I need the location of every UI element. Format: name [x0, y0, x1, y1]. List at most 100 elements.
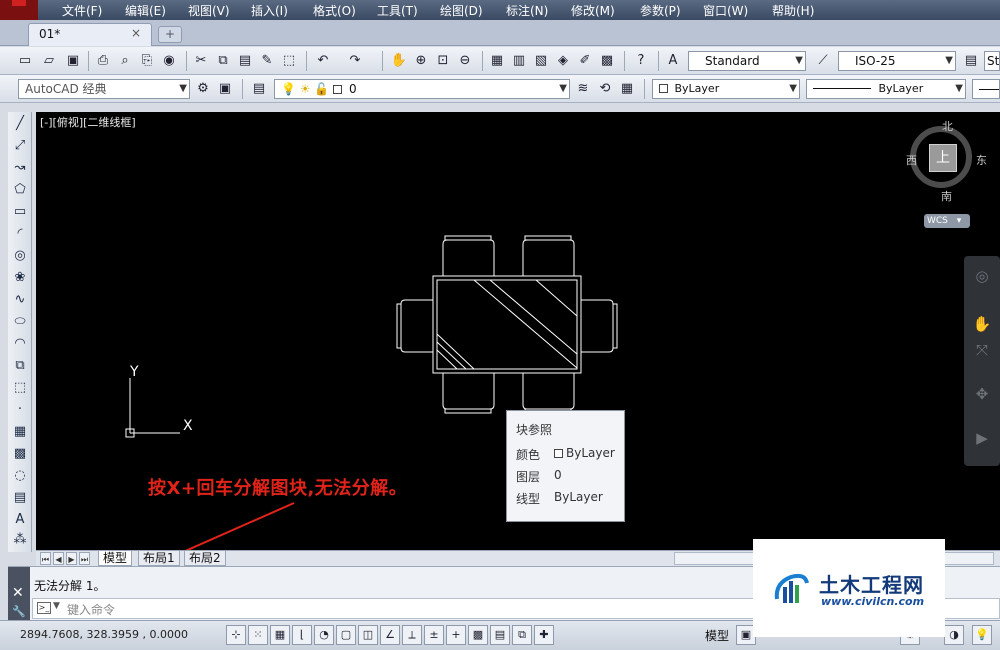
linetype-select[interactable]: ByLayer ▼ [806, 79, 966, 99]
menu-item[interactable]: 文件(F) [62, 2, 102, 19]
pan-icon[interactable]: ✋ [972, 314, 992, 334]
viewcube-west[interactable]: 西 [906, 152, 917, 168]
text-style-icon[interactable]: A [664, 52, 682, 70]
menu-item[interactable]: 帮助(H) [772, 2, 814, 19]
menu-item[interactable]: 修改(M) [571, 2, 615, 19]
lineweight-icon[interactable]: + [446, 625, 466, 645]
polar-tracking-icon[interactable]: ◔ [314, 625, 334, 645]
viewcube-north[interactable]: 北 [942, 118, 953, 134]
insert-block-icon[interactable]: ⧉ [10, 356, 30, 376]
polyline-icon[interactable]: ↝ [10, 158, 30, 178]
wcs-menu-button[interactable]: WCS ▾ [924, 214, 970, 228]
paste-icon[interactable]: ▤ [236, 52, 254, 70]
infer-constraints-icon[interactable]: ⊹ [226, 625, 246, 645]
revision-cloud-icon[interactable]: ❀ [10, 268, 30, 288]
zoom-realtime-icon[interactable]: ⊕ [412, 52, 430, 70]
menu-item[interactable]: 格式(O) [313, 2, 356, 19]
isolate-objects-icon[interactable]: 💡 [972, 625, 992, 645]
next-layout-icon[interactable]: ▶ [66, 552, 77, 565]
table-style-select[interactable]: St [984, 51, 1000, 71]
zoom-extents-icon[interactable]: ⤧ [972, 340, 992, 360]
showmotion-icon[interactable]: ▶ [972, 428, 992, 448]
viewcube-east[interactable]: 东 [976, 152, 987, 168]
hatch-icon[interactable]: ▦ [10, 422, 30, 442]
ellipse-arc-icon[interactable]: ◠ [10, 334, 30, 354]
clean-screen-icon[interactable]: ▣ [216, 80, 234, 98]
app-logo-icon[interactable] [0, 0, 38, 20]
first-layout-icon[interactable]: ⏮ [40, 552, 51, 565]
circle-icon[interactable]: ◎ [10, 246, 30, 266]
spline-icon[interactable]: ∿ [10, 290, 30, 310]
new-tab-button[interactable]: + [158, 26, 182, 43]
drawing-canvas[interactable]: [-][俯视][二维线框] Y X 北 西 东 南 上 WCS ▾ ◎ ✋ ⤧ … [36, 112, 1000, 550]
model-space-label[interactable]: 模型 [705, 627, 729, 644]
lineweight-select[interactable] [972, 79, 1000, 99]
line-icon[interactable]: ╱ [10, 114, 30, 134]
save-icon[interactable]: ▣ [64, 52, 82, 70]
make-block-icon[interactable]: ⬚ [10, 378, 30, 398]
selection-cycling-icon[interactable]: ⧉ [512, 625, 532, 645]
tool-palettes-icon[interactable]: ▧ [532, 52, 550, 70]
dynamic-ucs-icon[interactable]: ⟂ [402, 625, 422, 645]
region-icon[interactable]: ◌ [10, 466, 30, 486]
rectangle-icon[interactable]: ▭ [10, 202, 30, 222]
color-select[interactable]: ByLayer ▼ [652, 79, 800, 99]
polygon-icon[interactable]: ⬠ [10, 180, 30, 200]
help-icon[interactable]: ? [632, 52, 650, 70]
transparency-icon[interactable]: ▩ [468, 625, 488, 645]
viewcube-top-face[interactable]: 上 [929, 144, 957, 172]
tab-layout2[interactable]: 布局2 [184, 551, 226, 566]
dynamic-input-icon[interactable]: ± [424, 625, 444, 645]
tab-model[interactable]: 模型 [98, 551, 133, 566]
pan-icon[interactable]: ✋ [390, 52, 408, 70]
close-icon[interactable]: ✕ [12, 585, 24, 601]
grid-display-icon[interactable]: ▦ [270, 625, 290, 645]
tab-layout1[interactable]: 布局1 [138, 551, 180, 566]
publish-icon[interactable]: ⎘ [138, 52, 156, 70]
orbit-icon[interactable]: ✥ [972, 384, 992, 404]
close-icon[interactable]: × [131, 26, 141, 40]
undo-icon[interactable]: ↶ [314, 52, 332, 70]
object-snap-icon[interactable]: ▢ [336, 625, 356, 645]
command-line-grip[interactable]: ✕ 🔧 [8, 567, 30, 621]
quick-properties-icon[interactable]: ▤ [490, 625, 510, 645]
redo-icon[interactable]: ↷ [346, 52, 364, 70]
plot-icon[interactable]: ◉ [160, 52, 178, 70]
workspace-settings-icon[interactable]: ⚙ [194, 80, 212, 98]
dimension-style-icon[interactable]: ⟋ [814, 52, 832, 70]
calculator-icon[interactable]: ▩ [598, 52, 616, 70]
menu-item[interactable]: 参数(P) [640, 2, 681, 19]
markup-icon[interactable]: ✐ [576, 52, 594, 70]
properties-icon[interactable]: ▦ [488, 52, 506, 70]
layer-manager-icon[interactable]: ▤ [250, 80, 268, 98]
workspace-select[interactable]: AutoCAD 经典 ▼ [18, 79, 190, 99]
design-center-icon[interactable]: ▥ [510, 52, 528, 70]
snap-mode-icon[interactable]: ⁙ [248, 625, 268, 645]
zoom-previous-icon[interactable]: ⊖ [456, 52, 474, 70]
ellipse-icon[interactable]: ⬭ [10, 312, 30, 332]
gradient-icon[interactable]: ▩ [10, 444, 30, 464]
make-current-layer-icon[interactable]: ≋ [574, 80, 592, 98]
cut-icon[interactable]: ✂ [192, 52, 210, 70]
menu-item[interactable]: 工具(T) [377, 2, 418, 19]
wrench-icon[interactable]: 🔧 [12, 605, 26, 618]
copy-icon[interactable]: ⧉ [214, 52, 232, 70]
cursor-coordinates[interactable]: 2894.7608, 328.3959 , 0.0000 [20, 628, 188, 641]
table-style-icon[interactable]: ▤ [962, 52, 980, 70]
sheet-set-icon[interactable]: ◈ [554, 52, 572, 70]
annotation-monitor-icon[interactable]: ✚ [534, 625, 554, 645]
document-tab[interactable]: 01* × [28, 23, 152, 46]
match-properties-icon[interactable]: ✎ [258, 52, 276, 70]
layer-select[interactable]: 💡 ☀ 🔓 0 ▼ [274, 79, 570, 99]
previous-layout-icon[interactable]: ◀ [53, 552, 64, 565]
dimension-style-select[interactable]: ISO-25 ▼ [838, 51, 956, 71]
last-layout-icon[interactable]: ⏭ [79, 552, 90, 565]
multiline-text-icon[interactable]: A [10, 510, 30, 530]
open-file-icon[interactable]: ▱ [40, 52, 58, 70]
new-file-icon[interactable]: ▭ [16, 52, 34, 70]
block-editor-icon[interactable]: ⬚ [280, 52, 298, 70]
construction-line-icon[interactable]: ⤢ [10, 136, 30, 156]
command-prompt-icon[interactable]: >_ [37, 602, 51, 614]
ortho-mode-icon[interactable]: ⌊ [292, 625, 312, 645]
menu-item[interactable]: 编辑(E) [125, 2, 166, 19]
